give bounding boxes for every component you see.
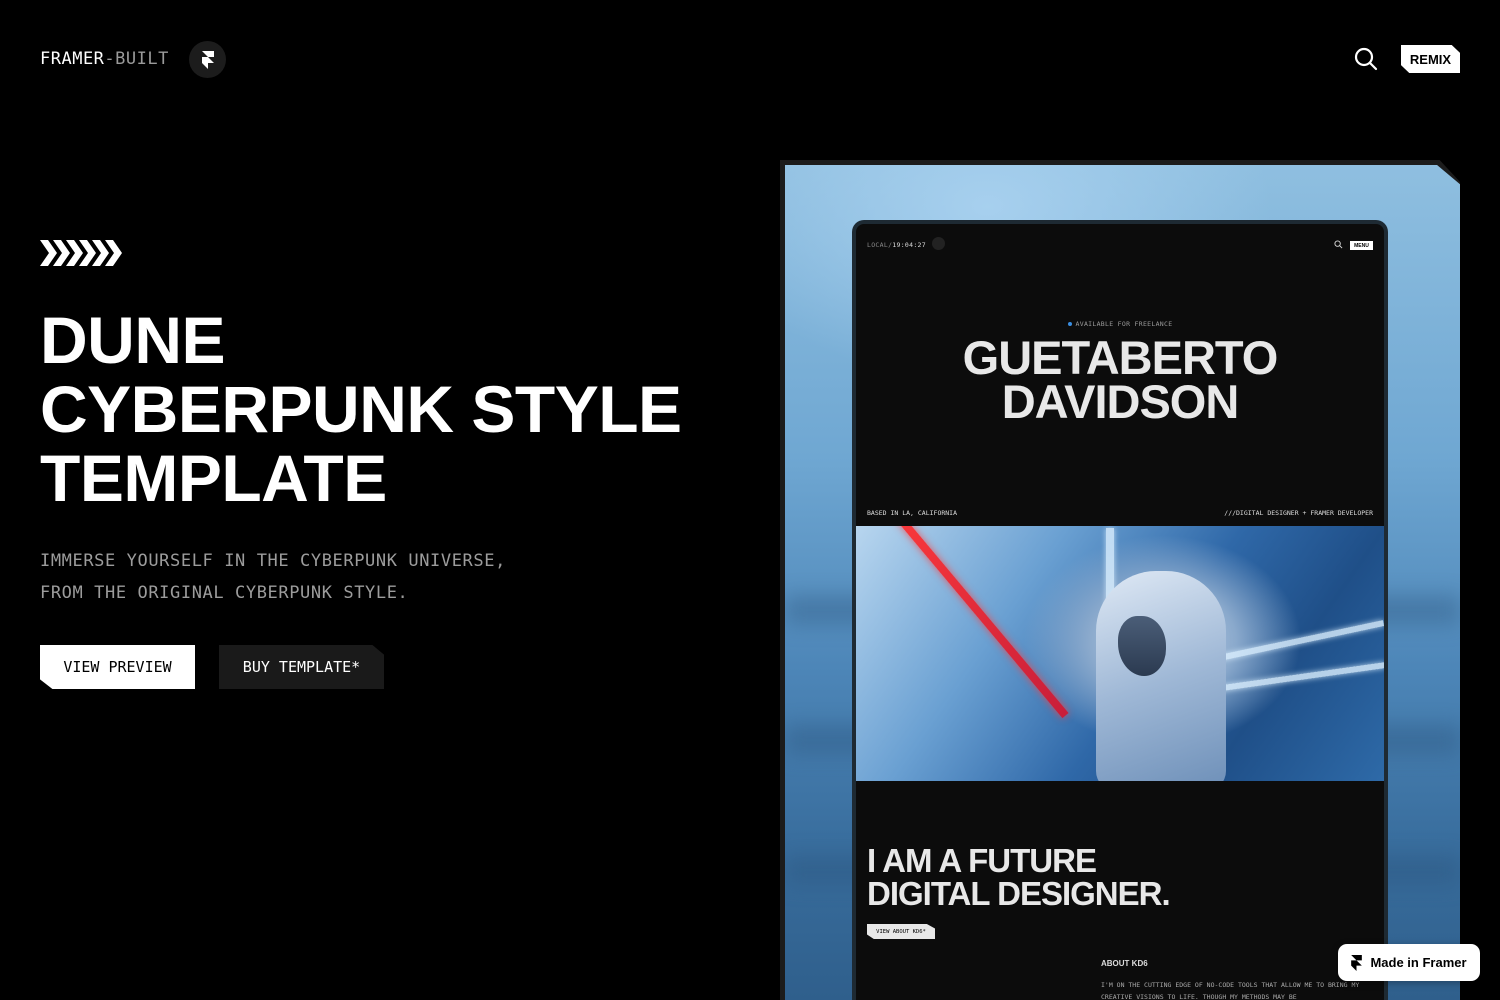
buy-template-button[interactable]: BUY TEMPLATE* [219,645,384,689]
designer-name-line: GUETABERTO [962,331,1279,384]
framer-logo-icon [201,50,214,69]
hero-title-line: CYBERPUNK STYLE [40,372,682,446]
designer-name-line: DAVIDSON [1001,375,1240,428]
hero-subtitle-line: IMMERSE YOURSELF IN THE CYBERPUNK UNIVER… [40,551,506,571]
hero-title-line: TEMPLATE [40,441,387,515]
availability-status: AVAILABLE FOR FREELANCE [856,320,1384,328]
local-time-value: 19:04:27 [892,241,926,249]
view-preview-button[interactable]: VIEW PREVIEW [40,645,195,689]
statement-line: I AM A FUTURE [867,842,1097,879]
framer-logo-button[interactable] [189,41,226,78]
view-about-button: VIEW ABOUT KD6* [867,924,935,939]
framer-logo-icon [1351,954,1363,971]
hero-subtitle-line: FROM THE ORIGINAL CYBERPUNK STYLE. [40,583,409,603]
brand-suffix: -BUILT [104,49,169,69]
hero-photo [856,526,1384,781]
location-text: BASED IN LA, CALIFORNIA [867,509,958,517]
designer-name: GUETABERTO DAVIDSON [856,331,1384,428]
menu-button: MENU [1350,241,1373,250]
device-mockup: LOCAL/19:04:27 MENU AVAILABLE FOR FREELA… [852,220,1388,1000]
search-icon [1334,240,1343,249]
hero-title-line: DUNE [40,303,226,377]
hero-title: DUNE CYBERPUNK STYLE TEMPLATE [40,306,682,513]
chevrons-icon [40,240,122,266]
hero-subtitle: IMMERSE YOURSELF IN THE CYBERPUNK UNIVER… [40,545,506,609]
role-text: ///DIGITAL DESIGNER + FRAMER DEVELOPER [1224,509,1373,517]
hooded-figure [1096,571,1226,781]
red-neon-streak [876,526,1069,719]
made-in-framer-label: Made in Framer [1370,955,1467,970]
statement-line: DIGITAL DESIGNER. [867,875,1171,912]
local-time: LOCAL/19:04:27 [867,241,926,249]
made-in-framer-badge[interactable]: Made in Framer [1338,944,1480,981]
status-dot [1067,322,1072,326]
about-title: ABOUT KD6 [1101,959,1148,968]
about-text: I'M ON THE CUTTING EDGE OF NO-CODE TOOLS… [1101,981,1360,1000]
statement-heading: I AM A FUTURE DIGITAL DESIGNER. [867,842,1171,912]
brand-wordmark[interactable]: FRAMER-BUILT [40,49,169,69]
local-prefix: LOCAL/ [867,241,893,249]
availability-text: AVAILABLE FOR FREELANCE [1075,320,1173,328]
phone-icon [932,237,945,250]
search-button[interactable] [1353,46,1379,72]
search-icon [1354,47,1378,71]
brand-main: FRAMER [40,49,105,69]
remix-button[interactable]: REMIX [1401,45,1460,73]
